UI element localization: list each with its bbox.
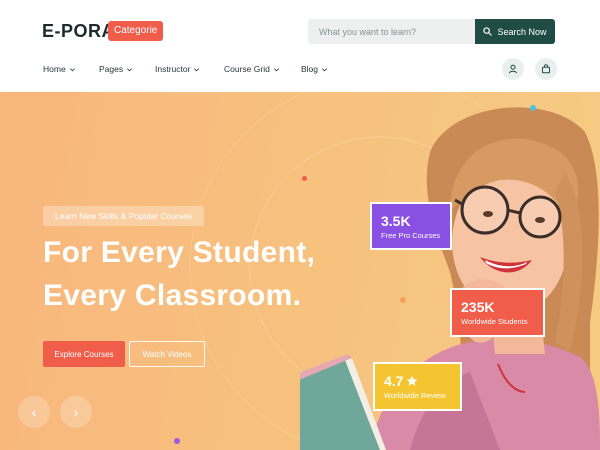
stat-value: 235K: [461, 299, 495, 315]
decor-dot: [302, 176, 307, 181]
chevron-down-icon: [322, 67, 328, 71]
nav-course-grid-label: Course Grid: [224, 64, 270, 74]
search-icon: [483, 27, 493, 36]
hero-section: [0, 92, 600, 450]
hero-tagline-badge: Learn New Skills & Popular Courses: [43, 206, 205, 226]
explore-courses-button[interactable]: Explore Courses: [43, 341, 125, 367]
nav-home-label: Home: [43, 64, 66, 74]
stat-value: 4.7: [384, 373, 404, 389]
search-now-label: Search Now: [497, 26, 547, 37]
watch-videos-button[interactable]: Watch Videos: [129, 341, 205, 367]
stat-card-students: 235K Worldwide Students: [450, 288, 545, 337]
shopping-bag-icon: [542, 64, 550, 74]
hero-headline-line-1: For Every Student,: [43, 236, 316, 269]
search-input[interactable]: [308, 19, 469, 44]
stat-label: Free Pro Courses: [381, 231, 441, 240]
nav-item-pages[interactable]: Pages: [99, 64, 133, 74]
chevron-left-icon: ‹: [31, 404, 37, 420]
star-icon: [407, 375, 418, 386]
decor-dot: [400, 297, 406, 303]
nav-item-blog[interactable]: Blog: [301, 64, 328, 74]
nav-instructor-label: Instructor: [155, 64, 191, 74]
nav-item-home[interactable]: Home: [43, 64, 76, 74]
chevron-down-icon: [194, 67, 200, 71]
decor-dot: [530, 105, 536, 111]
slider-next-button[interactable]: ›: [60, 396, 92, 428]
stat-label: Worldwide Students: [461, 317, 528, 326]
stat-card-review: 4.7 Worldwide Review: [373, 362, 462, 411]
hero-headline-line-2: Every Classroom.: [43, 279, 302, 312]
search-now-button[interactable]: Search Now: [475, 19, 555, 44]
nav-blog-label: Blog: [301, 64, 319, 74]
user-icon: [509, 64, 517, 74]
chevron-right-icon: ›: [73, 404, 79, 420]
cart-button[interactable]: [535, 58, 557, 80]
stat-label: Worldwide Review: [384, 391, 446, 400]
slider-prev-button[interactable]: ‹: [18, 396, 50, 428]
chevron-down-icon: [69, 67, 75, 71]
search-box: [308, 19, 478, 44]
chevron-down-icon: [273, 67, 279, 71]
decor-dot: [174, 438, 180, 444]
categorie-button[interactable]: Categorie: [108, 21, 164, 41]
account-button[interactable]: [502, 58, 524, 80]
stat-card-courses: 3.5K Free Pro Courses: [370, 202, 452, 250]
nav-item-course-grid[interactable]: Course Grid: [224, 64, 280, 74]
stat-value: 3.5K: [381, 213, 411, 229]
nav-pages-label: Pages: [99, 64, 124, 74]
chevron-down-icon: [127, 67, 133, 71]
nav-item-instructor[interactable]: Instructor: [155, 64, 200, 74]
